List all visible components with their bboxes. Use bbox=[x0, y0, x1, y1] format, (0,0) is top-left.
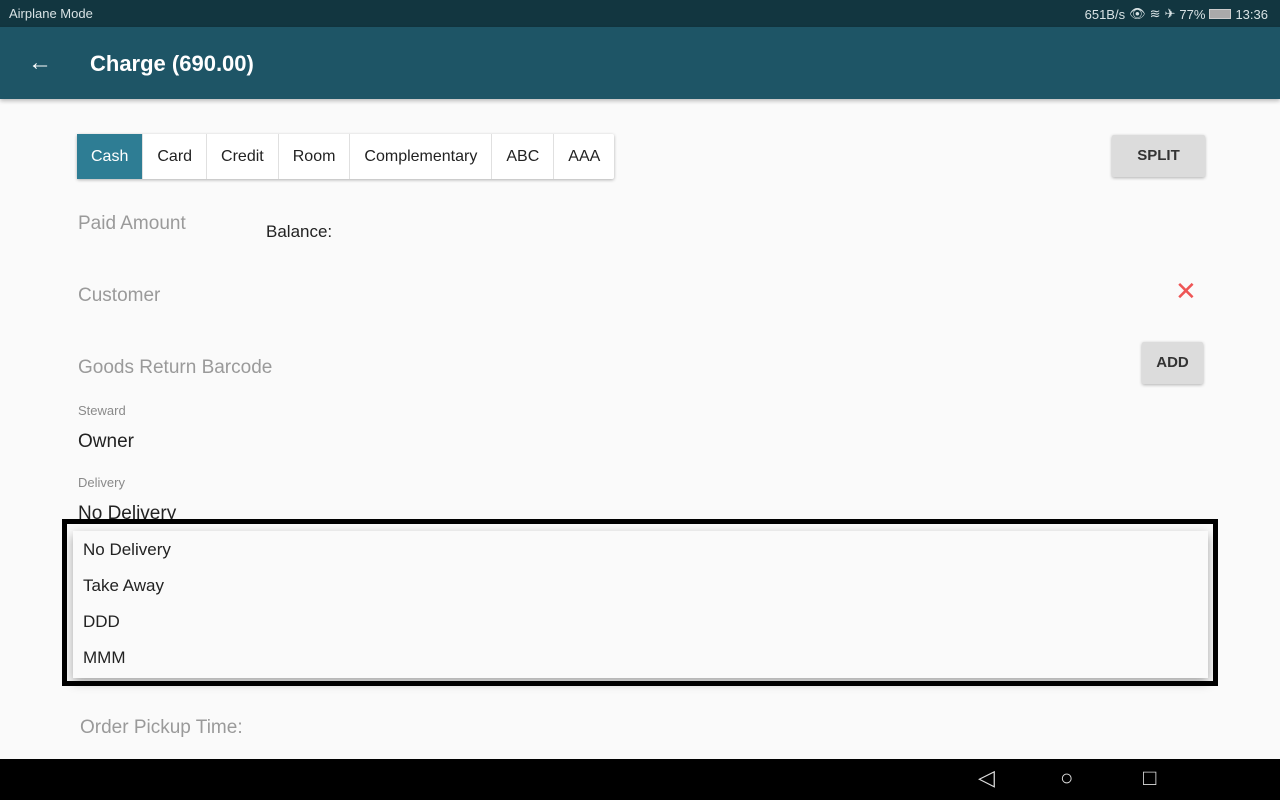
add-button[interactable]: ADD bbox=[1142, 342, 1203, 384]
tab-room[interactable]: Room bbox=[279, 134, 351, 179]
app-bar: ← Charge (690.00) bbox=[0, 27, 1280, 99]
tab-card[interactable]: Card bbox=[143, 134, 208, 179]
tab-cash[interactable]: Cash bbox=[77, 134, 144, 179]
navigation-bar: ◁ ○ □ bbox=[0, 759, 1280, 800]
eye-icon: 👁 bbox=[1129, 6, 1146, 21]
airplane-mode-text: Airplane Mode bbox=[9, 6, 93, 21]
back-arrow-icon[interactable]: ← bbox=[28, 49, 52, 77]
home-circle-icon[interactable]: ○ bbox=[1060, 765, 1073, 791]
highlight-box bbox=[62, 519, 1218, 686]
split-button[interactable]: SPLIT bbox=[1112, 135, 1205, 177]
back-triangle-icon[interactable]: ◁ bbox=[978, 765, 995, 791]
steward-label: Steward bbox=[78, 403, 126, 418]
payment-method-tabs: Cash Card Credit Room Complementary ABC … bbox=[77, 134, 615, 179]
status-bar: Airplane Mode 651B/s 👁 ≋ ✈ 77% 13:36 bbox=[0, 0, 1280, 27]
page-title: Charge (690.00) bbox=[90, 51, 254, 76]
delivery-label: Delivery bbox=[78, 475, 125, 490]
goods-return-barcode-input[interactable]: Goods Return Barcode bbox=[78, 357, 272, 379]
tab-abc[interactable]: ABC bbox=[492, 134, 555, 179]
customer-input[interactable]: Customer bbox=[78, 285, 160, 307]
clock: 13:36 bbox=[1235, 6, 1268, 22]
balance-label: Balance: bbox=[266, 222, 333, 241]
battery-icon bbox=[1209, 9, 1232, 19]
steward-select[interactable]: Owner bbox=[78, 431, 134, 453]
wifi-icon: ≋ bbox=[1149, 6, 1161, 21]
paid-amount-input[interactable]: Paid Amount bbox=[78, 213, 186, 235]
tab-credit[interactable]: Credit bbox=[207, 134, 279, 179]
tab-complementary[interactable]: Complementary bbox=[350, 134, 493, 179]
tab-aaa[interactable]: AAA bbox=[554, 134, 614, 179]
recents-square-icon[interactable]: □ bbox=[1143, 765, 1156, 791]
close-icon[interactable]: ✕ bbox=[1175, 276, 1197, 307]
network-speed: 651B/s bbox=[1084, 6, 1126, 22]
order-pickup-time-label[interactable]: Order Pickup Time: bbox=[80, 717, 243, 739]
battery-percent: 77% bbox=[1179, 6, 1206, 22]
airplane-icon: ✈ bbox=[1164, 6, 1176, 21]
